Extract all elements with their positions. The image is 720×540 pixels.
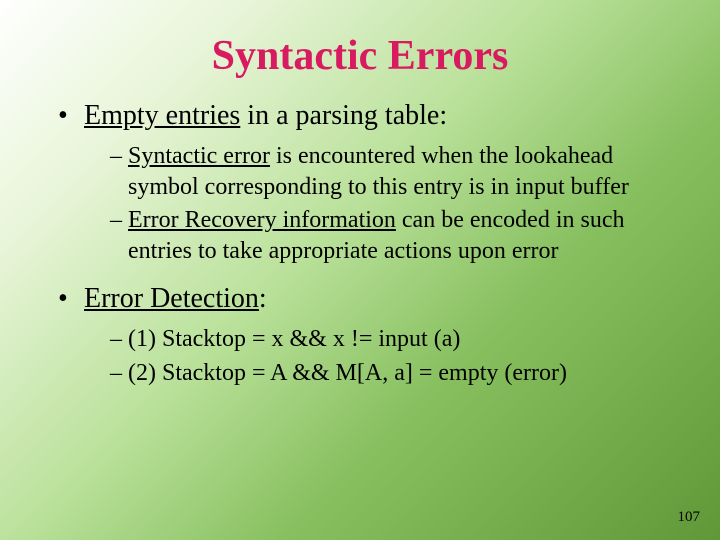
slide-title: Syntactic Errors	[0, 0, 720, 98]
sub-list: – (1) Stacktop = x && x != input (a) – (…	[110, 324, 680, 388]
sub-lead: Error Recovery information	[128, 207, 396, 233]
dash-icon: –	[110, 143, 122, 169]
sub-lead: Syntactic error	[128, 143, 270, 169]
sub-rest: (1) Stacktop = x && x != input (a)	[128, 326, 460, 352]
page-number: 107	[678, 509, 701, 526]
bullet-dot-icon: •	[58, 98, 84, 133]
dash-icon: –	[110, 360, 122, 386]
dash-icon: –	[110, 326, 122, 352]
bullet-item: •Empty entries in a parsing table:	[58, 98, 680, 133]
bullet-lead: Error Detection	[84, 283, 259, 314]
slide-body: •Empty entries in a parsing table: – Syn…	[0, 98, 720, 388]
sub-item: – (2) Stacktop = A && M[A, a] = empty (e…	[110, 358, 680, 389]
sub-item: – (1) Stacktop = x && x != input (a)	[110, 324, 680, 355]
sub-rest: (2) Stacktop = A && M[A, a] = empty (err…	[128, 360, 567, 386]
sub-item: – Syntactic error is encountered when th…	[110, 141, 680, 202]
bullet-rest: :	[259, 283, 267, 314]
bullet-lead: Empty entries	[84, 100, 240, 131]
bullet-rest: in a parsing table:	[240, 100, 447, 131]
bullet-item: •Error Detection:	[58, 281, 680, 316]
bullet-dot-icon: •	[58, 281, 84, 316]
sub-list: – Syntactic error is encountered when th…	[110, 141, 680, 267]
sub-item: – Error Recovery information can be enco…	[110, 205, 680, 266]
dash-icon: –	[110, 207, 122, 233]
